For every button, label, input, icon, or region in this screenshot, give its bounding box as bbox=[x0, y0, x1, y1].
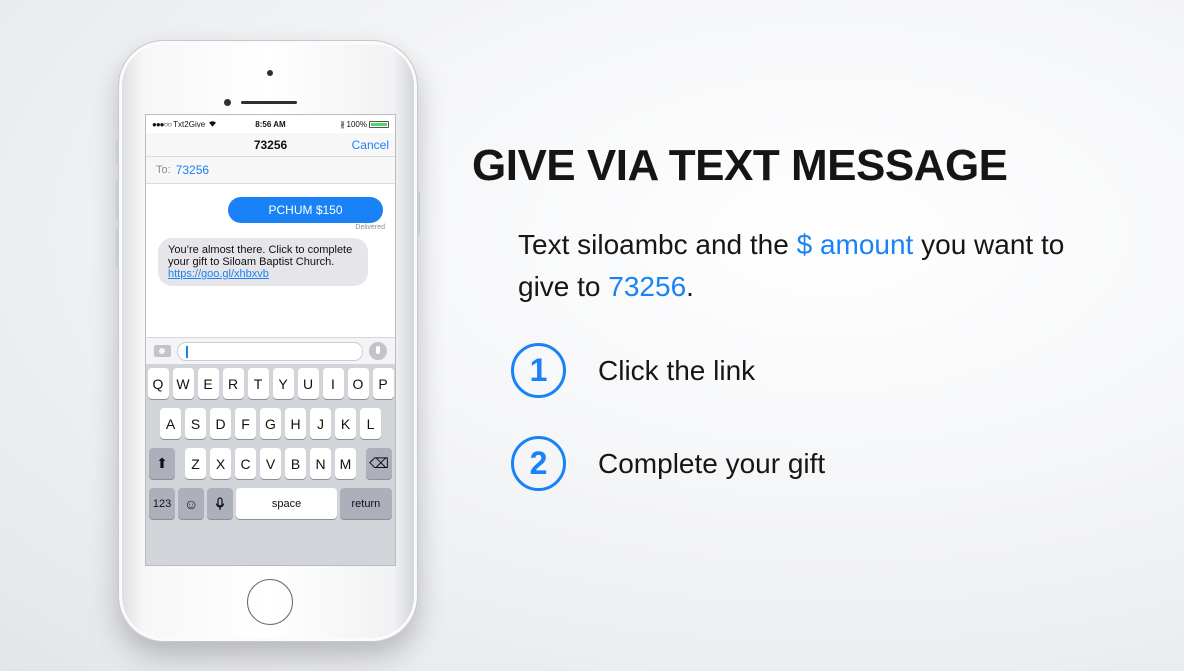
microphone-icon[interactable] bbox=[369, 342, 387, 360]
key-g[interactable]: G bbox=[260, 408, 281, 439]
instruction-part-3: . bbox=[686, 271, 694, 302]
key-q[interactable]: Q bbox=[147, 368, 169, 399]
to-label: To: bbox=[156, 164, 171, 176]
key-e[interactable]: E bbox=[197, 368, 219, 399]
front-camera bbox=[267, 70, 273, 76]
step-1-label: Click the link bbox=[598, 354, 756, 386]
camera-icon[interactable] bbox=[154, 345, 171, 357]
shortcode-highlight: 73256 bbox=[608, 271, 687, 302]
keyboard-row-4: 123 ☺ space return bbox=[149, 488, 392, 519]
key-d[interactable]: D bbox=[210, 408, 231, 439]
battery-indicator: ∦ 100% bbox=[341, 120, 389, 129]
instruction-part-1: Text siloambc and the bbox=[518, 229, 797, 260]
wifi-icon bbox=[208, 120, 217, 129]
step-1: 1 Click the link bbox=[511, 343, 755, 398]
key-z[interactable]: Z bbox=[185, 448, 206, 479]
signal-strength: ●●●○○ bbox=[152, 119, 172, 129]
home-button[interactable] bbox=[247, 579, 293, 625]
key-p[interactable]: P bbox=[372, 368, 394, 399]
key-n[interactable]: N bbox=[310, 448, 331, 479]
message-nav-bar: 73256 Cancel bbox=[146, 133, 395, 157]
phone-screen: ●●●○○ Txt2Give 8:56 AM ∦ 100% 73256 Canc… bbox=[145, 114, 396, 566]
step-2: 2 Complete your gift bbox=[511, 436, 825, 491]
amount-highlight: $ amount bbox=[796, 229, 914, 260]
gift-link[interactable]: https://goo.gl/xhbxvb bbox=[168, 268, 358, 280]
proximity-sensor bbox=[224, 99, 231, 106]
volume-down-button bbox=[116, 229, 119, 267]
status-bar: ●●●○○ Txt2Give 8:56 AM ∦ 100% bbox=[146, 115, 395, 133]
key-y[interactable]: Y bbox=[272, 368, 294, 399]
dictation-key[interactable] bbox=[207, 488, 234, 519]
key-t[interactable]: T bbox=[247, 368, 269, 399]
step-1-number: 1 bbox=[511, 343, 566, 398]
key-f[interactable]: F bbox=[235, 408, 256, 439]
delivered-status: Delivered bbox=[355, 224, 385, 231]
return-key[interactable]: return bbox=[339, 488, 392, 519]
outgoing-message: PCHUM $150 bbox=[228, 197, 383, 223]
keyboard-row-1: QWERTYUIOP bbox=[147, 368, 394, 399]
carrier-name: Txt2Give bbox=[173, 119, 206, 129]
volume-up-button bbox=[116, 181, 119, 219]
keyboard-row-3: ⬆ ZXCVBNM ⌫ bbox=[149, 448, 392, 479]
backspace-key[interactable]: ⌫ bbox=[366, 448, 392, 479]
key-o[interactable]: O bbox=[347, 368, 369, 399]
key-m[interactable]: M bbox=[335, 448, 356, 479]
incoming-message: You’re almost there. Click to complete y… bbox=[158, 238, 368, 286]
message-input[interactable] bbox=[177, 341, 363, 361]
page-title: GIVE VIA TEXT MESSAGE bbox=[472, 141, 1008, 190]
step-2-number: 2 bbox=[511, 436, 566, 491]
bluetooth-icon: ∦ bbox=[340, 119, 345, 129]
battery-icon bbox=[369, 120, 389, 128]
message-thread: PCHUM $150 Delivered You’re almost there… bbox=[146, 184, 395, 337]
key-i[interactable]: I bbox=[322, 368, 344, 399]
recipient-field[interactable]: To: 73256 bbox=[146, 157, 395, 184]
key-b[interactable]: B bbox=[285, 448, 306, 479]
mute-switch bbox=[116, 141, 119, 163]
conversation-title: 73256 bbox=[253, 137, 288, 152]
numbers-key[interactable]: 123 bbox=[149, 488, 176, 519]
key-w[interactable]: W bbox=[172, 368, 194, 399]
keyboard-row-2: ASDFGHJKL bbox=[149, 408, 392, 439]
key-u[interactable]: U bbox=[297, 368, 319, 399]
step-2-label: Complete your gift bbox=[598, 447, 826, 479]
key-c[interactable]: C bbox=[235, 448, 256, 479]
space-key[interactable]: space bbox=[236, 488, 337, 519]
instruction-text: Text siloambc and the $ amount you want … bbox=[518, 224, 1078, 308]
shift-key[interactable]: ⬆ bbox=[149, 448, 175, 479]
earpiece-speaker bbox=[241, 101, 297, 104]
key-k[interactable]: K bbox=[335, 408, 356, 439]
battery-percent: 100% bbox=[346, 119, 367, 129]
key-r[interactable]: R bbox=[222, 368, 244, 399]
key-j[interactable]: J bbox=[310, 408, 331, 439]
key-s[interactable]: S bbox=[185, 408, 206, 439]
key-v[interactable]: V bbox=[260, 448, 281, 479]
phone-mockup: ●●●○○ Txt2Give 8:56 AM ∦ 100% 73256 Canc… bbox=[116, 40, 420, 642]
key-l[interactable]: L bbox=[360, 408, 381, 439]
key-h[interactable]: H bbox=[285, 408, 306, 439]
key-a[interactable]: A bbox=[160, 408, 181, 439]
recipient-number[interactable]: 73256 bbox=[176, 163, 209, 177]
key-x[interactable]: X bbox=[210, 448, 231, 479]
cancel-button[interactable]: Cancel bbox=[352, 138, 389, 152]
keyboard: QWERTYUIOP ASDFGHJKL ⬆ ZXCVBNM ⌫ 123 ☺ s… bbox=[146, 364, 395, 565]
incoming-message-text: You’re almost there. Click to complete y… bbox=[168, 244, 353, 268]
compose-bar bbox=[146, 337, 395, 364]
power-button bbox=[417, 191, 420, 235]
emoji-key[interactable]: ☺ bbox=[178, 488, 205, 519]
